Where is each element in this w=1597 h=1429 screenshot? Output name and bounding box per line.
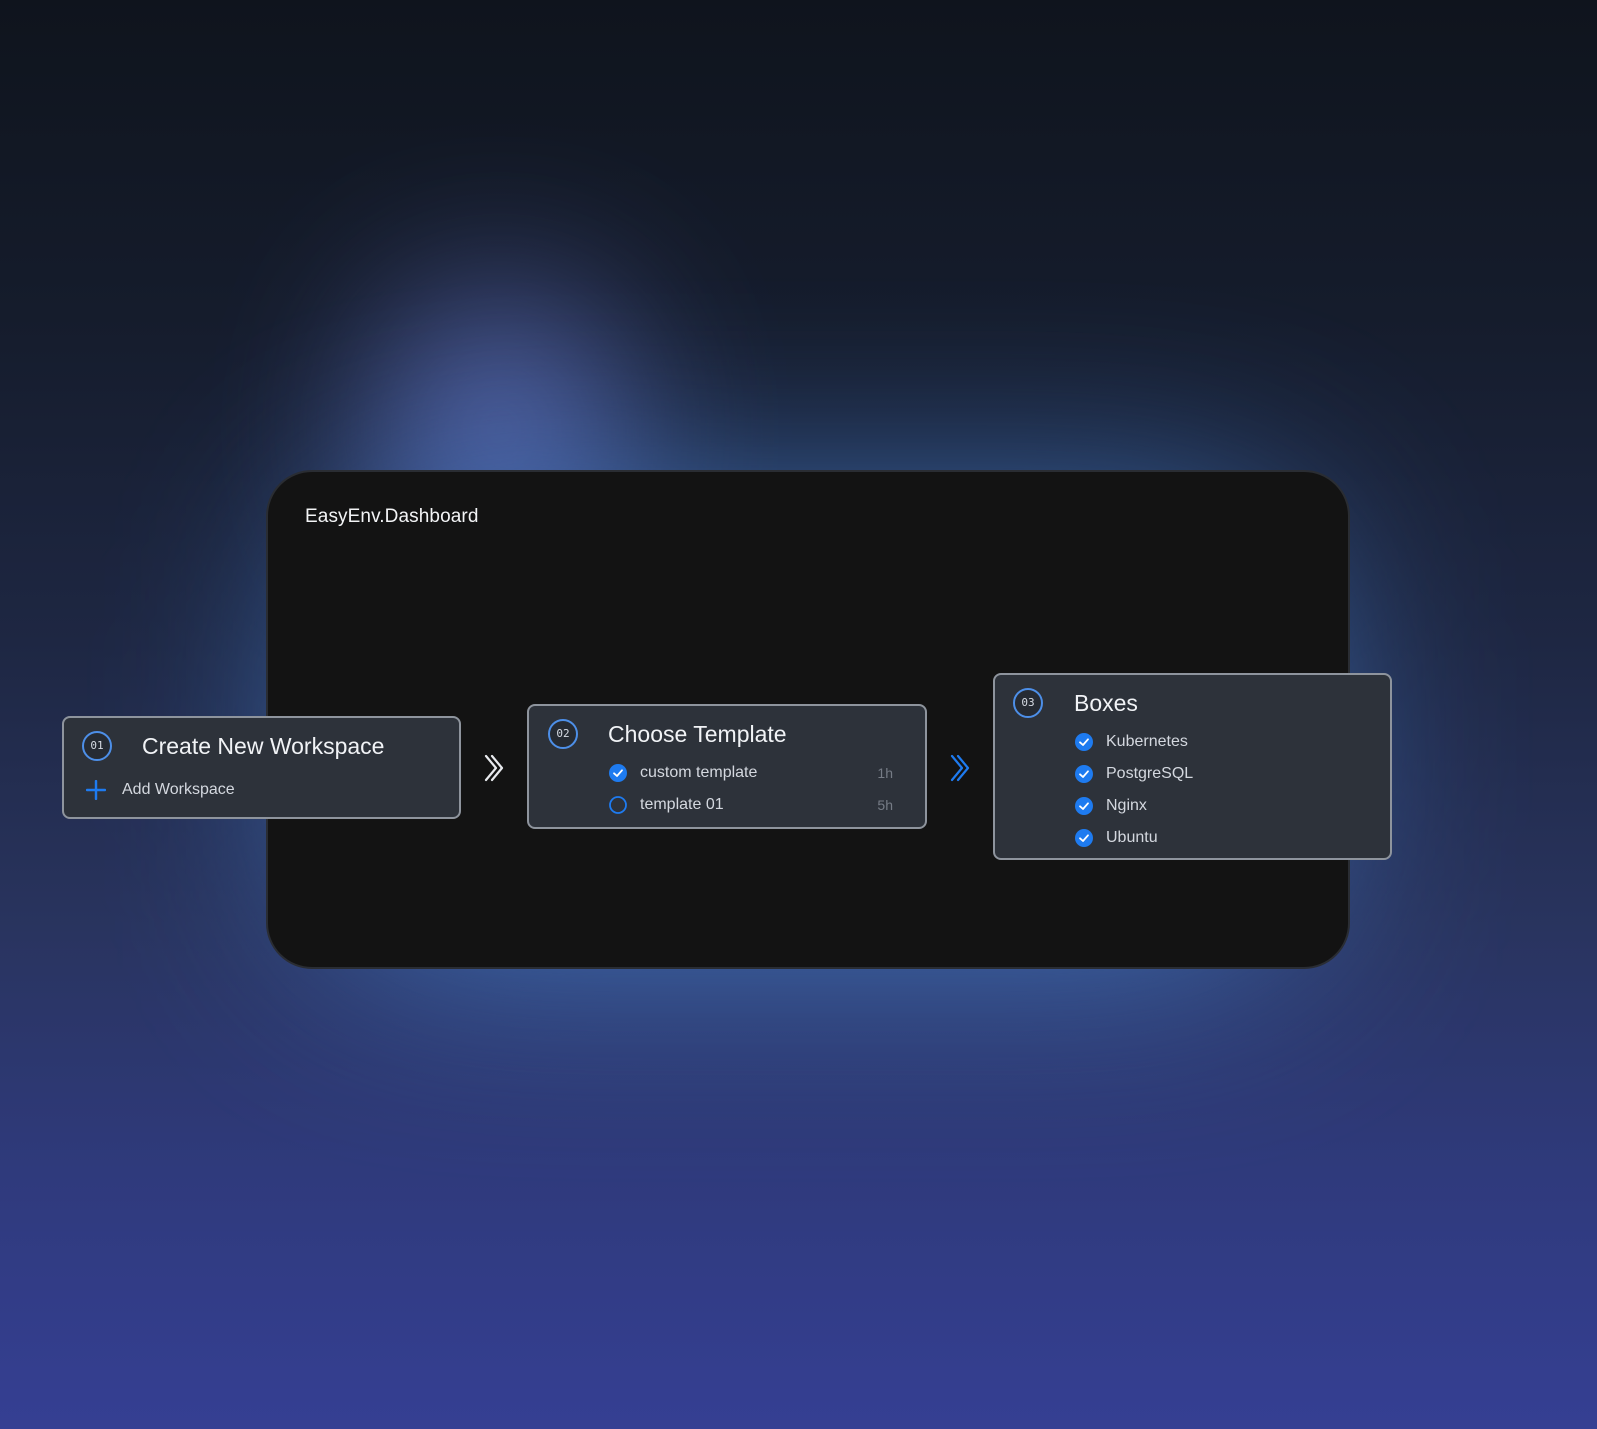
dashboard-title: EasyEnv.Dashboard (305, 506, 479, 527)
template-option-time: 5h (877, 797, 893, 813)
empty-circle-icon (609, 796, 627, 814)
template-option-time: 1h (877, 765, 893, 781)
add-workspace-label: Add Workspace (122, 781, 235, 798)
box-item-nginx[interactable]: Nginx (1075, 794, 1147, 818)
plus-icon (86, 780, 106, 800)
check-circle-icon (609, 764, 627, 782)
check-circle-icon (1075, 765, 1093, 783)
step-card-boxes: 03 Boxes Kubernetes PostgreSQL Nginx Ubu… (993, 673, 1392, 860)
template-option[interactable]: custom template 1h (609, 761, 911, 785)
box-item-ubuntu[interactable]: Ubuntu (1075, 826, 1158, 850)
step-number-badge: 02 (548, 719, 578, 749)
box-item-label: Nginx (1106, 797, 1147, 814)
check-circle-icon (1075, 829, 1093, 847)
add-workspace-button[interactable]: Add Workspace (86, 778, 235, 802)
double-chevron-right-icon (484, 754, 504, 782)
step-title: Choose Template (608, 721, 787, 747)
box-item-label: Kubernetes (1106, 733, 1188, 750)
step-card-choose-template: 02 Choose Template custom template 1h te… (527, 704, 927, 829)
check-circle-icon (1075, 797, 1093, 815)
step-number-badge: 01 (82, 731, 112, 761)
step-title: Boxes (1074, 690, 1138, 716)
step-card-create-workspace: 01 Create New Workspace Add Workspace (62, 716, 461, 819)
step-title: Create New Workspace (142, 733, 385, 759)
box-item-label: PostgreSQL (1106, 765, 1194, 782)
template-option[interactable]: template 01 5h (609, 793, 911, 817)
step-number-badge: 03 (1013, 688, 1043, 718)
check-circle-icon (1075, 733, 1093, 751)
box-item-label: Ubuntu (1106, 829, 1158, 846)
template-option-label: custom template (640, 764, 758, 781)
box-item-postgresql[interactable]: PostgreSQL (1075, 762, 1193, 786)
double-chevron-right-icon (950, 754, 970, 782)
box-item-kubernetes[interactable]: Kubernetes (1075, 730, 1188, 754)
template-option-label: template 01 (640, 796, 724, 813)
